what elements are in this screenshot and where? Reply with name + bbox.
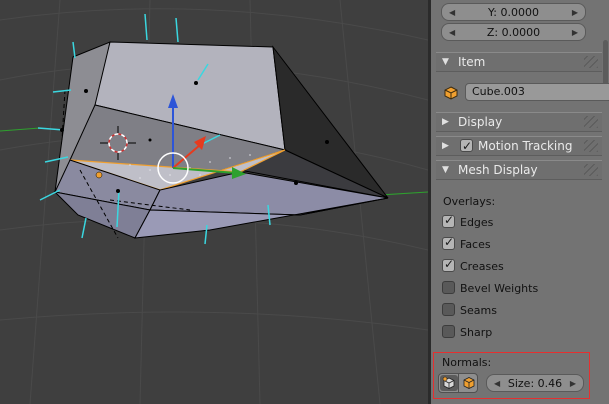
checkmark-icon: ✓ — [444, 235, 455, 249]
active-vertex — [95, 171, 103, 179]
button-separator — [458, 374, 459, 392]
drag-grip-icon[interactable] — [584, 116, 598, 128]
seams-label: Seams — [460, 304, 497, 317]
creases-checkbox[interactable]: ✓ — [442, 257, 455, 272]
faces-checkbox[interactable]: ✓ — [442, 235, 455, 250]
decrement-arrow-icon[interactable]: ◀ — [449, 4, 455, 22]
properties-panel: ◀ Y: 0.0000 ▶ ◀ Z: 0.0000 ▶ ▼ Item Cube.… — [431, 0, 609, 404]
viewport-scene[interactable] — [0, 0, 428, 404]
location-z-field[interactable]: ◀ Z: 0.0000 ▶ — [441, 23, 586, 41]
decrement-arrow-icon[interactable]: ◀ — [494, 375, 500, 393]
seams-checkbox[interactable] — [442, 303, 455, 316]
panel-title-motion-tracking: Motion Tracking — [478, 139, 573, 153]
drag-grip-icon[interactable] — [584, 56, 598, 68]
sharp-label: Sharp — [460, 326, 493, 339]
panel-header-display[interactable]: ▶ Display — [436, 112, 602, 132]
bevel-weights-label: Bevel Weights — [460, 282, 539, 295]
increment-arrow-icon[interactable]: ▶ — [572, 4, 578, 22]
3d-viewport[interactable] — [0, 0, 428, 404]
panel-title-display: Display — [458, 115, 503, 129]
panel-title-mesh-display: Mesh Display — [458, 163, 538, 177]
decrement-arrow-icon[interactable]: ◀ — [449, 24, 455, 42]
panel-header-item[interactable]: ▼ Item — [436, 52, 602, 72]
panel-title-item: Item — [458, 55, 486, 69]
faces-label: Faces — [460, 238, 491, 251]
face-normal-icon — [463, 377, 475, 389]
location-y-value: Y: 0.0000 — [488, 6, 539, 19]
expanded-triangle-icon: ▼ — [442, 57, 449, 67]
panel-header-mesh-display[interactable]: ▼ Mesh Display — [436, 160, 602, 180]
location-y-field[interactable]: ◀ Y: 0.0000 ▶ — [441, 3, 586, 21]
collapsed-triangle-icon: ▶ — [442, 117, 449, 127]
vertex-normal-icon — [442, 376, 455, 389]
drag-grip-icon[interactable] — [584, 140, 598, 152]
face-normals-button[interactable] — [460, 375, 478, 391]
vertex-normals-button[interactable] — [440, 375, 458, 391]
overlays-label: Overlays: — [443, 195, 496, 208]
edges-label: Edges — [460, 216, 494, 229]
bevel-weights-checkbox[interactable] — [442, 281, 455, 294]
edges-checkbox[interactable]: ✓ — [442, 213, 455, 228]
panel-header-motion-tracking[interactable]: ▶ ✓ Motion Tracking — [436, 136, 602, 156]
creases-label: Creases — [460, 260, 504, 273]
motion-tracking-checkbox[interactable]: ✓ — [460, 139, 473, 153]
normals-size-field[interactable]: ◀ Size: 0.46 ▶ — [486, 374, 584, 392]
expanded-triangle-icon: ▼ — [442, 165, 449, 175]
increment-arrow-icon[interactable]: ▶ — [570, 375, 576, 393]
normals-label: Normals: — [442, 356, 492, 369]
drag-grip-icon[interactable] — [584, 164, 598, 176]
checkmark-icon: ✓ — [444, 257, 455, 271]
collapsed-triangle-icon: ▶ — [442, 141, 449, 151]
sharp-checkbox[interactable] — [442, 325, 455, 338]
location-z-value: Z: 0.0000 — [486, 26, 541, 39]
normals-size-value: Size: 0.46 — [507, 377, 563, 390]
checkmark-icon: ✓ — [444, 213, 455, 227]
normals-display-toggle[interactable] — [438, 373, 478, 393]
increment-arrow-icon[interactable]: ▶ — [572, 24, 578, 42]
checkmark-icon: ✓ — [462, 139, 473, 153]
object-name-input[interactable]: Cube.003 — [465, 83, 609, 101]
object-cube-icon — [444, 86, 458, 100]
